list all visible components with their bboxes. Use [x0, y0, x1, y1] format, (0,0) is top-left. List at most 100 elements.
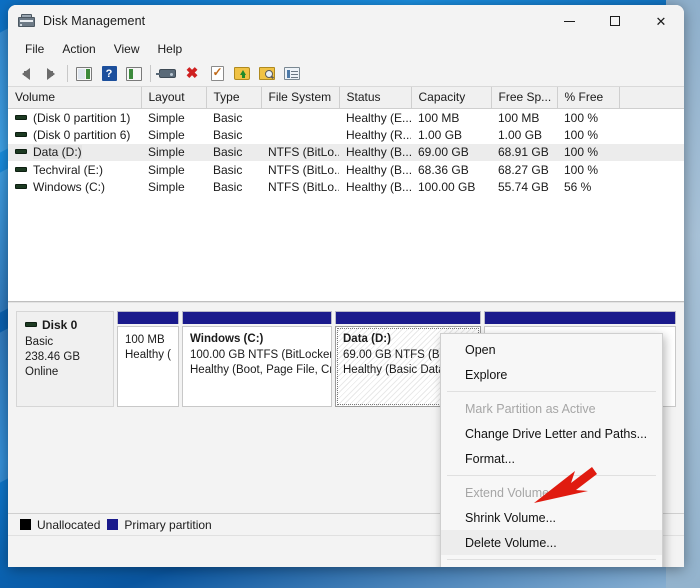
- partition-body: Windows (C:) 100.00 GB NTFS (BitLocker H…: [182, 326, 332, 407]
- legend-unallocated-label: Unallocated: [37, 517, 101, 532]
- disk-state: Online: [25, 366, 59, 378]
- table-row[interactable]: Windows (C:) Simple Basic NTFS (BitLo...…: [8, 179, 684, 197]
- cell-volume: Data (D:): [8, 143, 141, 161]
- context-menu-item-shrink-volume[interactable]: Shrink Volume...: [441, 505, 662, 530]
- cell-file-system: NTFS (BitLo...: [268, 162, 339, 177]
- cell-type: Basic: [213, 110, 243, 125]
- rescan-disks-icon[interactable]: [205, 63, 229, 85]
- cell-percent-free: 100 %: [564, 127, 599, 142]
- column-header-percent-free[interactable]: % Free: [557, 87, 620, 109]
- partition-line2: Healthy (Boot, Page File, Cr: [190, 364, 332, 376]
- close-button[interactable]: ✕: [638, 5, 684, 37]
- cell-file-system: NTFS (BitLo...: [261, 143, 339, 161]
- column-header-volume[interactable]: Volume: [8, 87, 142, 109]
- volume-list-pane[interactable]: Volume Layout Type File System Status Ca…: [8, 87, 684, 302]
- context-menu-item-properties[interactable]: Properties: [441, 564, 662, 567]
- legend-unallocated: Unallocated: [20, 518, 100, 532]
- menu-item-help[interactable]: Help: [149, 39, 192, 59]
- cell-capacity: 100.00 GB: [418, 180, 476, 195]
- volume-table-header-row: Volume Layout Type File System Status Ca…: [8, 87, 684, 109]
- disk-type: Basic: [25, 336, 54, 348]
- context-menu-item-delete-volume[interactable]: Delete Volume...: [441, 530, 662, 555]
- column-header-free-space[interactable]: Free Sp...: [491, 87, 558, 109]
- new-simple-volume-icon[interactable]: [230, 63, 254, 85]
- drive-icon: [15, 166, 27, 172]
- menu-item-file[interactable]: File: [16, 39, 53, 59]
- cell-type: Basic: [213, 127, 243, 142]
- help-icon[interactable]: ?: [97, 63, 121, 85]
- table-row[interactable]: Data (D:) Simple Basic NTFS (BitLo... He…: [8, 143, 684, 161]
- disk-name: Disk 0: [42, 318, 78, 332]
- column-header-capacity[interactable]: Capacity: [411, 87, 492, 109]
- cell-filler: [619, 179, 684, 197]
- column-header-status[interactable]: Status: [339, 87, 412, 109]
- disk-icon: [25, 322, 37, 327]
- cell-filler: [619, 126, 684, 144]
- legend-primary-label: Primary partition: [124, 517, 212, 532]
- drive-icon: [15, 131, 27, 137]
- explore-icon[interactable]: [255, 63, 279, 85]
- cell-file-system: NTFS (BitLo...: [268, 180, 339, 195]
- disk-management-window: Disk Management ✕ File Action View Help: [8, 5, 684, 567]
- cell-status: Healthy (B...: [346, 180, 411, 195]
- partition-line1: 100 MB: [125, 334, 165, 346]
- column-header-type[interactable]: Type: [206, 87, 262, 109]
- up-one-level-icon[interactable]: [72, 63, 96, 85]
- column-header-filler[interactable]: [619, 87, 684, 109]
- window-titlebar: Disk Management ✕: [8, 5, 684, 37]
- context-menu-separator: [447, 475, 656, 476]
- show-hide-console-tree-icon[interactable]: [122, 63, 146, 85]
- partition-color-bar: [335, 311, 481, 324]
- primary-partition-swatch-icon: [107, 519, 119, 530]
- cell-volume: (Disk 0 partition 6): [8, 126, 141, 144]
- context-menu-item-format[interactable]: Format...: [441, 446, 662, 471]
- table-row[interactable]: (Disk 0 partition 6) Simple Basic Health…: [8, 126, 684, 144]
- table-row[interactable]: Techviral (E:) Simple Basic NTFS (BitLo.…: [8, 161, 684, 179]
- context-menu-item-explore[interactable]: Explore: [441, 362, 662, 387]
- desktop-background: Disk Management ✕ File Action View Help: [0, 0, 700, 588]
- disk-graphical-pane[interactable]: Disk 0 Basic 238.46 GB Online 100 MB Hea…: [8, 302, 684, 567]
- back-arrow-icon[interactable]: [14, 63, 38, 85]
- cell-free-space: 1.00 GB: [498, 127, 543, 142]
- volume-table: Volume Layout Type File System Status Ca…: [8, 87, 684, 196]
- list-view-icon[interactable]: [280, 63, 304, 85]
- cell-layout: Simple: [148, 162, 185, 177]
- table-row[interactable]: (Disk 0 partition 1) Simple Basic Health…: [8, 109, 684, 127]
- maximize-button[interactable]: [592, 5, 638, 37]
- partition-recovery-100mb[interactable]: 100 MB Healthy (: [117, 311, 179, 407]
- context-menu-item-mark-partition-active: Mark Partition as Active: [465, 401, 596, 416]
- minimize-button[interactable]: [546, 5, 592, 37]
- disk-size: 238.46 GB: [25, 351, 80, 363]
- cell-layout: Simple: [141, 143, 206, 161]
- disk-info-panel[interactable]: Disk 0 Basic 238.46 GB Online: [16, 311, 114, 407]
- cell-status: Healthy (B...: [339, 143, 411, 161]
- context-menu-item-change-drive-letter[interactable]: Change Drive Letter and Paths...: [441, 421, 662, 446]
- cell-filler: [619, 161, 684, 179]
- properties-icon[interactable]: [155, 63, 179, 85]
- disk-name-row: Disk 0: [25, 318, 113, 333]
- context-menu-item-open[interactable]: Open: [441, 337, 662, 362]
- unallocated-swatch-icon: [20, 519, 31, 530]
- cell-layout: Simple: [148, 110, 185, 125]
- partition-color-bar: [484, 311, 676, 324]
- cell-file-system: [261, 109, 339, 127]
- context-menu-item-extend-volume: Extend Volume...: [465, 485, 560, 500]
- cell-volume: (Disk 0 partition 1): [8, 109, 141, 127]
- partition-windows-c[interactable]: Windows (C:) 100.00 GB NTFS (BitLocker H…: [182, 311, 332, 407]
- forward-arrow-icon[interactable]: [39, 63, 63, 85]
- partition-line1: 100.00 GB NTFS (BitLocker: [190, 349, 332, 361]
- delete-icon[interactable]: ✖: [180, 63, 204, 85]
- column-header-file-system[interactable]: File System: [261, 87, 340, 109]
- minimize-icon: [563, 20, 575, 22]
- toolbar-separator: [150, 65, 151, 82]
- cell-capacity: 1.00 GB: [418, 127, 463, 142]
- cell-volume: Windows (C:): [8, 179, 141, 197]
- partition-name: Windows (C:): [190, 333, 264, 345]
- menu-item-action[interactable]: Action: [53, 39, 104, 59]
- toolbar-separator: [67, 65, 68, 82]
- cell-free-space: 68.27 GB: [498, 162, 549, 177]
- partition-line2: Healthy (: [125, 349, 172, 361]
- menu-item-view[interactable]: View: [105, 39, 149, 59]
- column-header-layout[interactable]: Layout: [141, 87, 207, 109]
- cell-capacity: 100 MB: [418, 110, 460, 125]
